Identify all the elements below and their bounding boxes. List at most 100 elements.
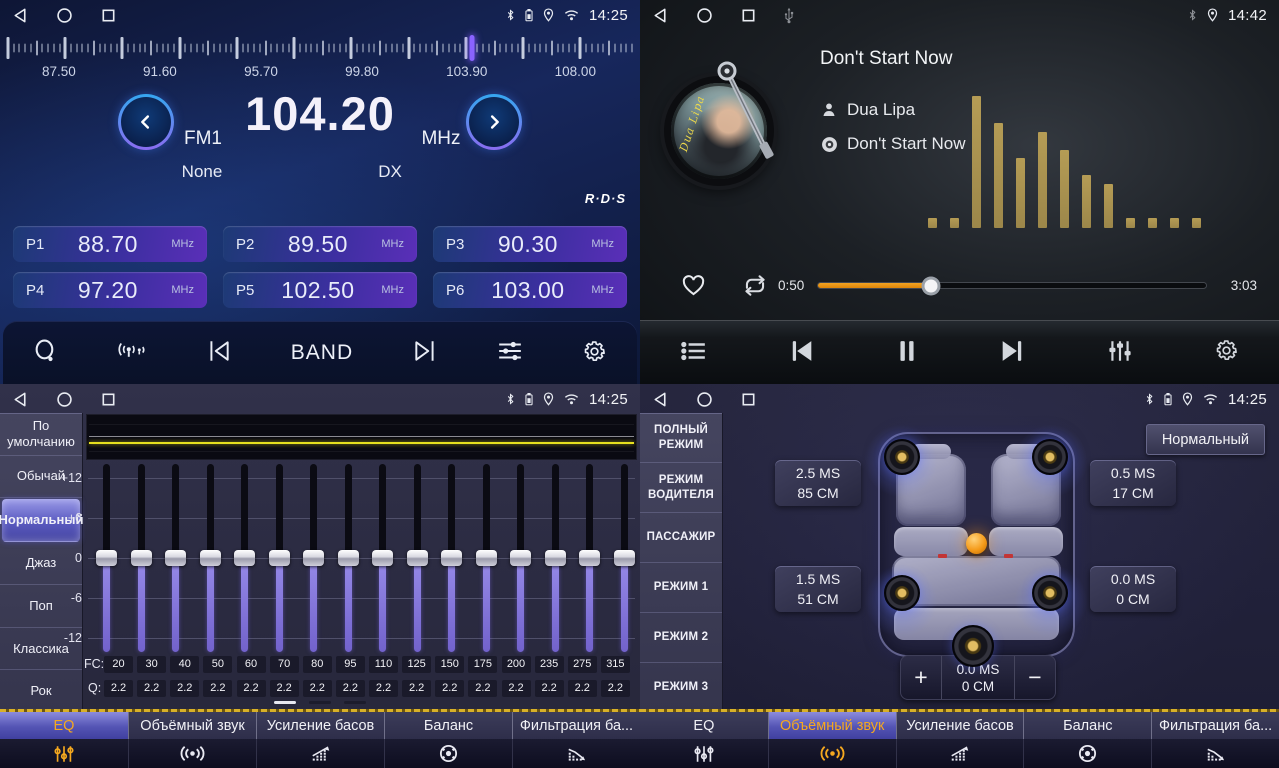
front-left-speaker-icon[interactable]: [884, 439, 920, 475]
mode-2[interactable]: РЕЖИМ 2: [640, 613, 722, 663]
eq-band-slider-175[interactable]: [483, 464, 490, 654]
fc-value-box[interactable]: 110: [369, 656, 398, 673]
q-value-box[interactable]: 2.2: [303, 680, 332, 697]
eq-band-slider-30[interactable]: [138, 464, 145, 654]
mode-1[interactable]: РЕЖИМ 1: [640, 563, 722, 613]
nav-home-icon[interactable]: [56, 391, 73, 408]
ta-broadcast-button[interactable]: [113, 336, 151, 369]
eq-slider-thumb[interactable]: [510, 550, 531, 566]
next-station-button[interactable]: [408, 335, 442, 370]
nav-recents-icon[interactable]: [100, 391, 117, 408]
q-value-box[interactable]: 2.2: [535, 680, 564, 697]
listening-position-marker[interactable]: [966, 533, 987, 554]
eq-slider-thumb[interactable]: [441, 550, 462, 566]
q-value-box[interactable]: 2.2: [502, 680, 531, 697]
q-value-box[interactable]: 2.2: [601, 680, 630, 697]
eq-slider-thumb[interactable]: [165, 550, 186, 566]
eq-band-slider-40[interactable]: [172, 464, 179, 654]
preset-button-p2[interactable]: P289.50MHz: [223, 226, 417, 262]
rear-right-speaker-icon[interactable]: [1032, 575, 1068, 611]
eq-slider-thumb[interactable]: [476, 550, 497, 566]
progress-knob[interactable]: [924, 279, 937, 292]
eq-slider-thumb[interactable]: [614, 550, 635, 566]
fc-value-box[interactable]: 30: [137, 656, 166, 673]
eq-slider-thumb[interactable]: [269, 550, 290, 566]
pause-button[interactable]: [892, 335, 922, 370]
tab-balance[interactable]: Баланс: [1023, 712, 1151, 768]
fc-value-box[interactable]: 20: [104, 656, 133, 673]
eq-band-slider-80[interactable]: [310, 464, 317, 654]
fc-value-box[interactable]: 70: [270, 656, 299, 673]
tab-bass-boost[interactable]: Усиление басов: [896, 712, 1024, 768]
nav-recents-icon[interactable]: [740, 391, 757, 408]
fc-value-box[interactable]: 80: [303, 656, 332, 673]
nav-recents-icon[interactable]: [740, 7, 757, 24]
eq-slider-thumb[interactable]: [200, 550, 221, 566]
nav-back-icon[interactable]: [12, 391, 29, 408]
tune-down-button[interactable]: [118, 94, 174, 150]
eq-band-slider-200[interactable]: [517, 464, 524, 654]
q-value-box[interactable]: 2.2: [369, 680, 398, 697]
eq-band-slider-70[interactable]: [276, 464, 283, 654]
preset-button-p6[interactable]: P6103.00MHz: [433, 272, 627, 308]
scan-button[interactable]: [29, 335, 62, 371]
sound-profile-button[interactable]: Нормальный: [1146, 424, 1265, 455]
tab-balance[interactable]: Баланс: [384, 712, 512, 768]
eq-slider-thumb[interactable]: [579, 550, 600, 566]
eq-slider-thumb[interactable]: [96, 550, 117, 566]
nav-back-icon[interactable]: [12, 7, 29, 24]
tab-eq[interactable]: EQ: [0, 712, 128, 768]
fc-value-box[interactable]: 275: [568, 656, 597, 673]
q-value-box[interactable]: 2.2: [203, 680, 232, 697]
q-value-box[interactable]: 2.2: [170, 680, 199, 697]
fc-value-box[interactable]: 95: [336, 656, 365, 673]
q-value-box[interactable]: 2.2: [104, 680, 133, 697]
eq-band-slider-315[interactable]: [621, 464, 628, 654]
eq-slider-thumb[interactable]: [545, 550, 566, 566]
favorite-button[interactable]: [676, 268, 711, 304]
delay-decrease-button[interactable]: −: [1015, 656, 1055, 699]
mode-full[interactable]: ПОЛНЫЙ РЕЖИМ: [640, 413, 722, 463]
q-value-box[interactable]: 2.2: [237, 680, 266, 697]
q-value-box[interactable]: 2.2: [435, 680, 464, 697]
q-value-box[interactable]: 2.2: [468, 680, 497, 697]
q-value-box[interactable]: 2.2: [270, 680, 299, 697]
front-right-delay[interactable]: 0.5 MS 17 CM: [1090, 460, 1176, 506]
preset-button-p1[interactable]: P188.70MHz: [13, 226, 207, 262]
q-value-box[interactable]: 2.2: [336, 680, 365, 697]
nav-home-icon[interactable]: [696, 7, 713, 24]
q-value-box[interactable]: 2.2: [402, 680, 431, 697]
fc-value-box[interactable]: 50: [203, 656, 232, 673]
preset-button-p3[interactable]: P390.30MHz: [433, 226, 627, 262]
mode-3[interactable]: РЕЖИМ 3: [640, 663, 722, 712]
settings-button[interactable]: [578, 335, 611, 371]
eq-band-slider-110[interactable]: [379, 464, 386, 654]
eq-slider-thumb[interactable]: [234, 550, 255, 566]
eq-slider-thumb[interactable]: [338, 550, 359, 566]
eq-slider-thumb[interactable]: [372, 550, 393, 566]
tab-bass-boost[interactable]: Усиление басов: [256, 712, 384, 768]
preset-button-p4[interactable]: P497.20MHz: [13, 272, 207, 308]
tab-subsonic-filter[interactable]: Фильтрация ба...: [1151, 712, 1279, 768]
eq-band-slider-275[interactable]: [586, 464, 593, 654]
preset-button-p5[interactable]: P5102.50MHz: [223, 272, 417, 308]
tab-eq[interactable]: EQ: [640, 712, 768, 768]
eq-slider-thumb[interactable]: [407, 550, 428, 566]
settings-button[interactable]: [1210, 334, 1243, 370]
mode-passenger[interactable]: ПАССАЖИР: [640, 513, 722, 563]
mode-driver[interactable]: РЕЖИМ ВОДИТЕЛЯ: [640, 463, 722, 513]
eq-band-slider-50[interactable]: [207, 464, 214, 654]
previous-track-button[interactable]: [784, 335, 819, 370]
nav-home-icon[interactable]: [56, 7, 73, 24]
fc-value-box[interactable]: 200: [502, 656, 531, 673]
nav-recents-icon[interactable]: [100, 7, 117, 24]
fc-value-box[interactable]: 60: [237, 656, 266, 673]
tab-subsonic-filter[interactable]: Фильтрация ба...: [512, 712, 640, 768]
fc-value-box[interactable]: 40: [170, 656, 199, 673]
next-track-button[interactable]: [995, 335, 1030, 370]
band-button[interactable]: BAND: [287, 337, 357, 369]
rear-right-delay[interactable]: 0.0 MS 0 CM: [1090, 566, 1176, 612]
eq-band-slider-235[interactable]: [552, 464, 559, 654]
tune-up-button[interactable]: [466, 94, 522, 150]
front-left-delay[interactable]: 2.5 MS 85 CM: [775, 460, 861, 506]
